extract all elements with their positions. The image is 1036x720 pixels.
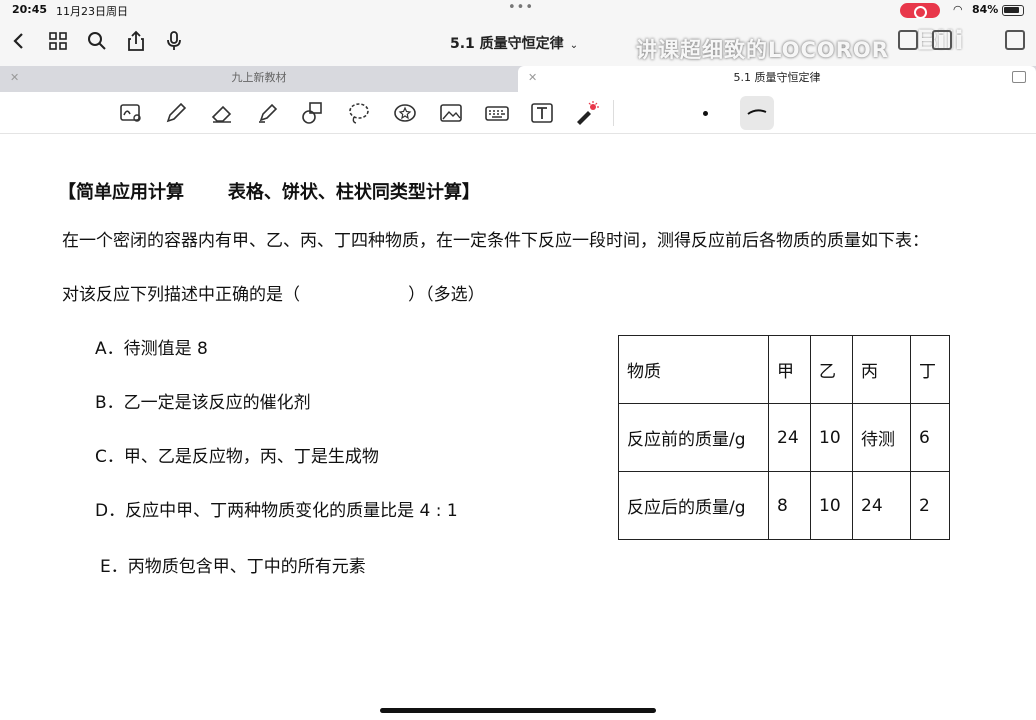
tab-bar: ✕ 九上新教材 ✕ 5.1 质量守恒定律 [0,66,1036,92]
option-c: C．甲、乙是反应物，丙、丁是生成物 [95,447,379,467]
battery-icon [1002,5,1024,16]
mic-icon[interactable] [163,30,185,52]
table-cell: 8 [768,471,811,540]
redo-icon[interactable] [932,30,952,50]
multitask-dots[interactable]: ••• [508,0,534,15]
table-cell: 24 [852,471,911,540]
question-line-1: 在一个密闭的容器内有甲、乙、丙、丁四种物质，在一定条件下反应一段时间，测得反应前… [62,231,929,251]
tab-overview-icon[interactable] [1012,71,1026,83]
table-row: 反应后的质量/g 8 10 24 2 [618,471,950,540]
table-header-cell: 丙 [852,335,911,404]
chevron-down-icon: ⌄ [569,40,579,51]
table-cell: 10 [810,471,853,540]
keyboard-icon[interactable] [484,100,510,126]
shapes-icon[interactable] [300,100,326,126]
table-row: 反应前的质量/g 24 10 待测 6 [618,403,950,472]
question-line-2: 对该反应下列描述中正确的是（ ）（多选） [62,285,485,305]
tab-label: 九上新教材 [231,71,287,84]
table-cell: 6 [910,403,950,472]
mass-table: 物质 甲 乙 丙 丁 反应前的质量/g 24 10 待测 6 反应后的质量/g … [618,335,950,540]
highlighter-icon[interactable] [255,100,281,126]
table-header-cell: 甲 [768,335,811,404]
back-icon[interactable] [8,30,30,52]
status-time: 20:45 [12,3,48,16]
image-icon[interactable] [438,100,464,126]
more-icon[interactable] [1005,30,1025,50]
option-d: D．反应中甲、丁两种物质变化的质量比是 4 : 1 [95,501,458,521]
table-header-cell: 乙 [810,335,853,404]
tab-current-document[interactable]: ✕ 5.1 质量守恒定律 [518,66,1036,92]
screen-record-icon[interactable] [900,3,940,19]
document-page[interactable]: 【简单应用计算 表格、饼状、柱状同类型计算】 在一个密闭的容器内有甲、乙、丙、丁… [0,134,1036,720]
battery-percent: 84% [972,3,999,16]
textbox-icon[interactable] [529,100,555,126]
tab-label: 5.1 质量守恒定律 [733,71,821,84]
wifi-icon: ◠ [953,3,963,16]
share-icon[interactable] [125,30,147,52]
sticker-icon[interactable] [392,100,418,126]
search-icon[interactable] [86,30,108,52]
watermark-text: 讲课超细致的LOCOROR [636,38,889,62]
status-date: 11月23日周日 [56,5,128,18]
table-header-row: 物质 甲 乙 丙 丁 [618,335,950,404]
top-bar: 20:45 11月23日周日 ••• ◠ 84% 5.1 质量守恒定律 ⌄ 讲课超… [0,0,1036,66]
table-header-cell: 物质 [618,335,769,404]
table-cell: 待测 [852,403,911,472]
eraser-icon[interactable] [209,100,235,126]
document-title-menu[interactable]: 5.1 质量守恒定律 ⌄ [450,33,578,53]
table-header-cell: 丁 [910,335,950,404]
pen-size-selected[interactable] [740,96,774,130]
table-cell: 反应后的质量/g [618,471,769,540]
pen-icon[interactable] [163,100,189,126]
table-cell: 反应前的质量/g [618,403,769,472]
undo-icon[interactable] [898,30,918,50]
document-title: 5.1 质量守恒定律 [450,36,564,52]
tab-jiushang[interactable]: ✕ 九上新教材 [0,66,518,92]
lasso-text-icon[interactable] [118,100,144,126]
option-e: E．丙物质包含甲、丁中的所有元素 [100,557,366,577]
toolbar-divider [613,100,614,126]
section-heading: 【简单应用计算 表格、饼状、柱状同类型计算】 [58,182,480,203]
option-b: B．乙一定是该反应的催化剂 [95,393,311,413]
drawing-toolbar [0,92,1036,134]
table-cell: 24 [768,403,811,472]
grid-icon[interactable] [47,30,69,52]
laser-pointer-icon[interactable] [573,100,599,126]
table-cell: 10 [810,403,853,472]
pen-size-small[interactable] [703,111,708,116]
option-a: A．待测值是 8 [95,339,208,359]
home-indicator[interactable] [380,708,656,713]
lasso-icon[interactable] [346,100,372,126]
table-cell: 2 [910,471,950,540]
